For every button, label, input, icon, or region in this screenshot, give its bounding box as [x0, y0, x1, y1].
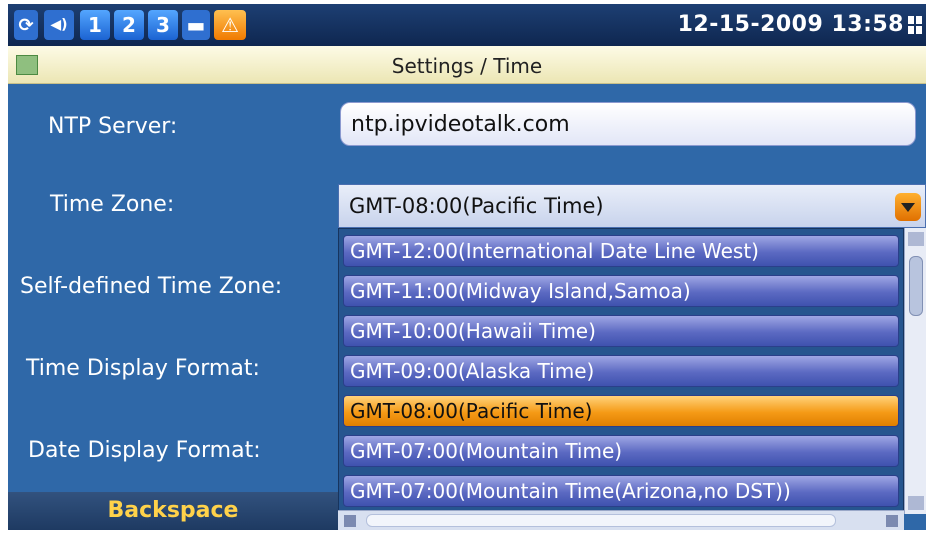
backspace-softkey[interactable]: Backspace — [8, 492, 338, 530]
date-display-format-label: Date Display Format: — [28, 438, 261, 463]
line-key-3[interactable]: 3 — [148, 10, 178, 40]
vertical-scroll-thumb[interactable] — [909, 256, 923, 316]
vertical-scrollbar[interactable] — [904, 228, 926, 514]
time-zone-option[interactable]: GMT-11:00(Midway Island,Samoa) — [343, 275, 899, 307]
horizontal-scroll-thumb[interactable] — [366, 514, 836, 527]
time-zone-option-selected[interactable]: GMT-08:00(Pacific Time) — [343, 395, 899, 427]
time-zone-dropdown-list[interactable]: GMT-12:00(International Date Line West) … — [338, 228, 904, 514]
time-zone-option[interactable]: GMT-12:00(International Date Line West) — [343, 235, 899, 267]
time-display-format-label: Time Display Format: — [26, 356, 260, 381]
time-zone-label: Time Zone: — [50, 192, 175, 217]
line-key-2[interactable]: 2 — [114, 10, 144, 40]
time-zone-option[interactable]: GMT-07:00(Mountain Time(Arizona,no DST)) — [343, 475, 899, 507]
scroll-up-icon[interactable] — [908, 232, 924, 246]
time-zone-option[interactable]: GMT-07:00(Mountain Time) — [343, 435, 899, 467]
signal-icon — [908, 16, 922, 34]
time-zone-option[interactable]: GMT-10:00(Hawaii Time) — [343, 315, 899, 347]
status-bar: ⟳ ◀) 1 2 3 ▬ ⚠ 12-15-2009 13:58 — [8, 4, 926, 46]
line-key-1[interactable]: 1 — [80, 10, 110, 40]
page-title: Settings / Time — [391, 54, 543, 78]
self-defined-time-zone-label: Self-defined Time Zone: — [20, 274, 283, 299]
folder-icon[interactable]: ▬ — [182, 10, 210, 40]
title-bar: Settings / Time — [8, 46, 926, 84]
refresh-icon[interactable]: ⟳ — [14, 10, 38, 40]
time-zone-select[interactable]: GMT-08:00(Pacific Time) — [338, 184, 926, 228]
chevron-down-icon[interactable] — [895, 193, 921, 221]
scroll-left-icon[interactable] — [344, 515, 356, 527]
ntp-server-label: NTP Server: — [48, 114, 178, 139]
alert-icon[interactable]: ⚠ — [214, 10, 246, 40]
horizontal-scrollbar[interactable] — [338, 510, 904, 530]
phone-screen: ⟳ ◀) 1 2 3 ▬ ⚠ 12-15-2009 13:58 Settings… — [8, 4, 926, 530]
ntp-server-input[interactable] — [340, 102, 916, 146]
status-datetime: 12-15-2009 13:58 — [677, 12, 904, 37]
speaker-icon[interactable]: ◀) — [44, 10, 74, 40]
time-zone-selected-value: GMT-08:00(Pacific Time) — [349, 194, 604, 218]
time-zone-option[interactable]: GMT-09:00(Alaska Time) — [343, 355, 899, 387]
scroll-down-icon[interactable] — [908, 496, 924, 510]
softkey-label: Backspace — [107, 498, 239, 523]
scroll-right-icon[interactable] — [886, 515, 898, 527]
